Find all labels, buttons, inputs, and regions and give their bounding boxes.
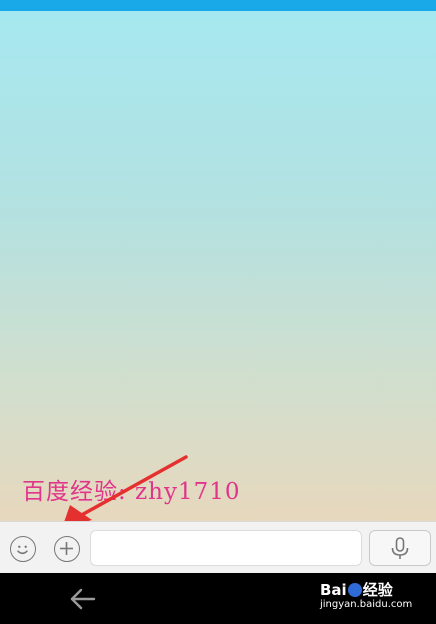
chat-message-area[interactable]: [0, 11, 436, 521]
navigation-bar: Bai 经验 jingyan.baidu.com: [0, 573, 436, 624]
back-arrow-icon: [70, 588, 96, 610]
message-input-bar: [0, 521, 436, 573]
paw-icon: [347, 583, 362, 597]
status-bar: [0, 0, 436, 11]
baidu-jingyan-logo: Bai 经验 jingyan.baidu.com: [320, 579, 432, 621]
emoji-button[interactable]: [10, 536, 36, 562]
watermark-text: 百度经验: zhy1710: [22, 479, 241, 505]
chat-screen: 百度经验: zhy1710 Bai 经验 jingyan.baidu.com: [0, 0, 436, 624]
logo-bai-text: Bai: [320, 581, 347, 599]
logo-jingyan-text: 经验: [362, 581, 393, 599]
smiley-icon: [17, 545, 28, 555]
voice-button[interactable]: [369, 530, 431, 566]
microphone-icon: [391, 537, 409, 559]
add-more-button[interactable]: [54, 536, 80, 562]
plus-icon: [60, 542, 73, 555]
back-button[interactable]: [66, 583, 100, 615]
logo-url-text: jingyan.baidu.com: [320, 599, 413, 610]
message-input[interactable]: [90, 530, 362, 566]
